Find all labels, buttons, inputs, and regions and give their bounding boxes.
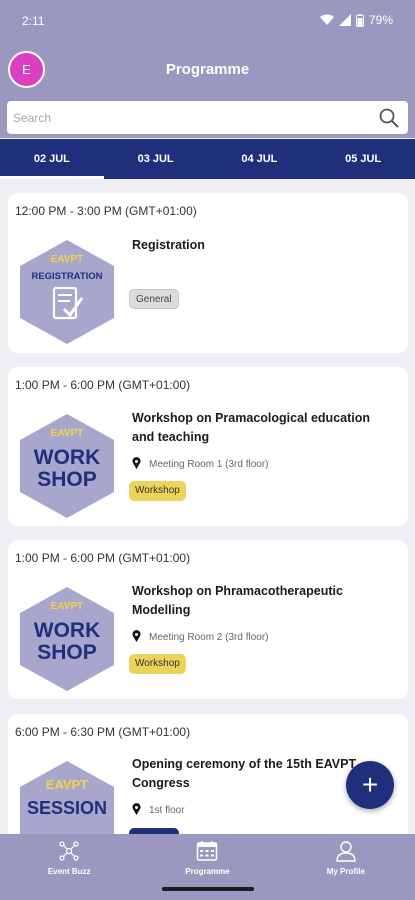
location-text: Meeting Room 2 (3rd floor)	[149, 632, 269, 643]
session-card[interactable]: 12:00 PM - 3:00 PM (GMT+01:00) EAVPT REG…	[8, 193, 408, 353]
location-pin-icon	[132, 457, 141, 472]
battery-icon	[355, 13, 364, 27]
nav-label: Programme	[185, 867, 230, 876]
session-title: Workshop on Pramacological education and…	[132, 411, 371, 444]
image-brand-text: EAVPT	[51, 601, 84, 612]
image-label-text: SESSION	[27, 798, 107, 818]
app-header: E Programme	[0, 42, 415, 98]
session-image: EAVPT SESSION	[20, 761, 114, 834]
add-button[interactable]: +	[346, 761, 394, 809]
tab-02-jul[interactable]: 02 JUL	[0, 139, 104, 179]
status-icons: 79%	[319, 13, 393, 27]
session-time: 12:00 PM - 3:00 PM (GMT+01:00)	[15, 204, 197, 218]
session-tag: General	[129, 289, 179, 309]
session-list: 12:00 PM - 3:00 PM (GMT+01:00) EAVPT REG…	[0, 180, 415, 834]
location-pin-icon	[132, 803, 141, 818]
session-tag: Workshop	[129, 654, 186, 674]
search-bar	[0, 98, 415, 138]
network-icon	[59, 841, 79, 861]
date-tabs: 02 JUL 03 JUL 04 JUL 05 JUL	[0, 139, 415, 179]
image-brand-text: EAVPT	[46, 777, 88, 792]
status-time: 2:11	[22, 14, 45, 28]
search-icon[interactable]	[379, 108, 399, 133]
image-line2-text: SHOP	[37, 468, 97, 491]
session-title: Workshop on Phramacotherapeutic Modellin…	[132, 584, 343, 617]
plus-icon: +	[361, 769, 379, 800]
location-text: 1st floor	[149, 805, 185, 816]
image-brand-text: EAVPT	[51, 428, 84, 439]
session-location: 1st floor	[132, 803, 185, 818]
person-icon	[336, 841, 356, 862]
image-line1-text: WORK	[34, 446, 101, 469]
nav-label: My Profile	[326, 867, 365, 876]
session-card[interactable]: 1:00 PM - 6:00 PM (GMT+01:00) EAVPT WORK…	[8, 540, 408, 699]
image-label-text: REGISTRATION	[31, 271, 102, 282]
tab-04-jul[interactable]: 04 JUL	[208, 139, 312, 179]
location-text: Meeting Room 1 (3rd floor)	[149, 459, 269, 470]
tab-03-jul[interactable]: 03 JUL	[104, 139, 208, 179]
calendar-icon	[197, 841, 218, 861]
status-bar: 2:11 79%	[0, 0, 415, 42]
session-image: EAVPT WORK SHOP	[20, 414, 114, 518]
session-title: Registration	[132, 238, 205, 252]
wifi-icon	[319, 14, 334, 26]
image-line1-text: WORK	[34, 619, 101, 642]
session-time: 6:00 PM - 6:30 PM (GMT+01:00)	[15, 725, 191, 739]
session-location: Meeting Room 1 (3rd floor)	[132, 457, 269, 472]
nav-item-event-buzz[interactable]: Event Buzz	[0, 834, 138, 900]
nav-label: Event Buzz	[47, 867, 91, 876]
session-image: EAVPT REGISTRATION	[20, 240, 114, 344]
image-line2-text: SHOP	[37, 641, 97, 664]
image-brand-text: EAVPT	[51, 254, 84, 265]
session-image: EAVPT WORK SHOP	[20, 587, 114, 691]
tab-05-jul[interactable]: 05 JUL	[311, 139, 415, 179]
page-title: Programme	[165, 61, 250, 78]
session-card[interactable]: 1:00 PM - 6:00 PM (GMT+01:00) EAVPT WORK…	[8, 367, 408, 526]
battery-percent: 79%	[368, 13, 393, 27]
session-tag: Workshop	[129, 481, 186, 501]
location-pin-icon	[132, 630, 141, 645]
search-input[interactable]	[13, 101, 363, 134]
home-indicator[interactable]	[162, 887, 254, 891]
session-time: 1:00 PM - 6:00 PM (GMT+01:00)	[15, 551, 191, 565]
session-time: 1:00 PM - 6:00 PM (GMT+01:00)	[15, 378, 191, 392]
search-box	[7, 101, 408, 134]
signal-icon	[338, 14, 351, 26]
nav-item-my-profile[interactable]: My Profile	[277, 834, 415, 900]
session-location: Meeting Room 2 (3rd floor)	[132, 630, 269, 645]
